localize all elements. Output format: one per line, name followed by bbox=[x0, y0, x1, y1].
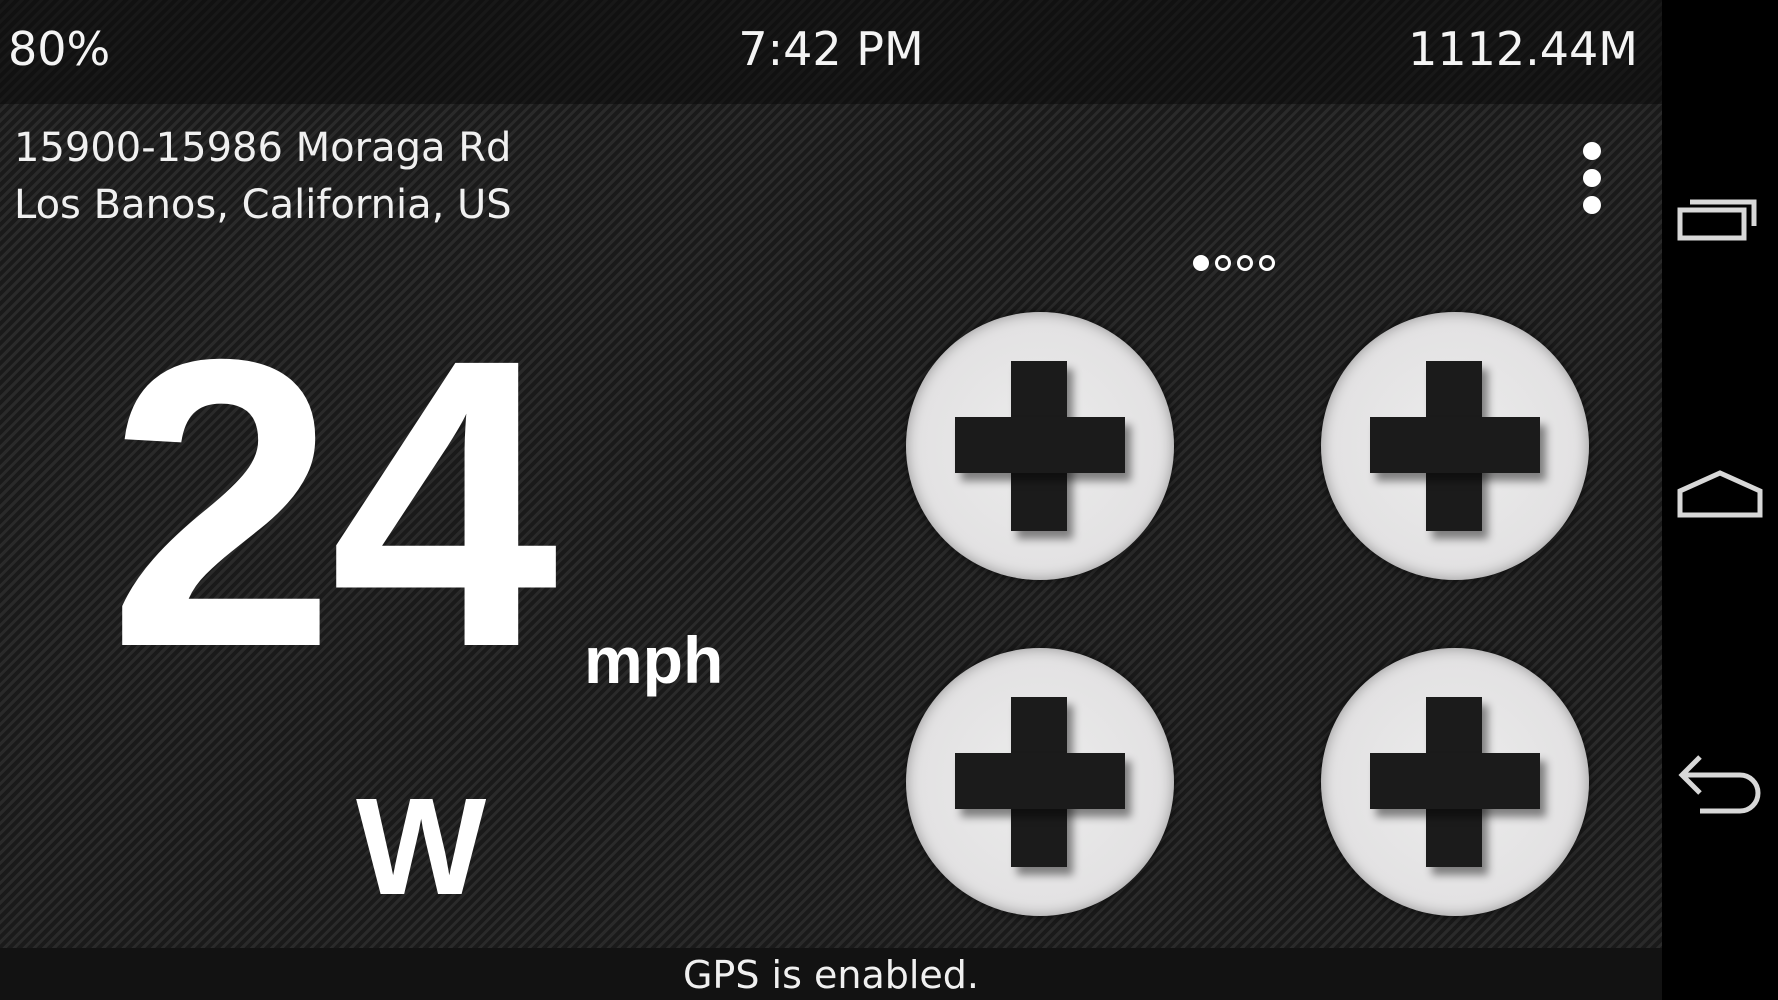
home-icon bbox=[1677, 470, 1763, 518]
overflow-menu-icon[interactable] bbox=[1570, 136, 1614, 216]
add-icon bbox=[955, 753, 1125, 809]
add-icon bbox=[1370, 417, 1540, 473]
page-dot[interactable] bbox=[1193, 255, 1209, 271]
city-address: Los Banos, California, US bbox=[14, 182, 512, 228]
add-icon bbox=[1370, 753, 1540, 809]
recents-button[interactable] bbox=[1676, 180, 1764, 260]
street-address: 15900-15986 Moraga Rd bbox=[14, 125, 512, 171]
menu-dot bbox=[1583, 196, 1601, 214]
toast: GPS is enabled. bbox=[0, 948, 1662, 1000]
compass-heading: W bbox=[356, 770, 487, 924]
page-dot[interactable] bbox=[1259, 255, 1275, 271]
address-block: 15900-15986 Moraga Rd Los Banos, Califor… bbox=[14, 120, 512, 234]
system-nav-bar bbox=[1662, 0, 1778, 1000]
page-dot[interactable] bbox=[1215, 255, 1231, 271]
speed-value: 24 bbox=[108, 274, 558, 732]
menu-dot bbox=[1583, 142, 1601, 160]
add-icon bbox=[955, 417, 1125, 473]
page-indicator[interactable] bbox=[1193, 255, 1275, 277]
menu-dot bbox=[1583, 169, 1601, 187]
home-button[interactable] bbox=[1676, 455, 1764, 535]
page-dot[interactable] bbox=[1237, 255, 1253, 271]
speedometer-app: 80% 7:42 PM 1112.44M 15900-15986 Moraga … bbox=[0, 0, 1662, 1000]
add-widget-button[interactable] bbox=[906, 648, 1174, 916]
status-bar: 80% 7:42 PM 1112.44M bbox=[0, 0, 1662, 104]
screen: 80% 7:42 PM 1112.44M 15900-15986 Moraga … bbox=[0, 0, 1778, 1000]
recents-icon bbox=[1677, 199, 1757, 241]
speed-unit: mph bbox=[584, 623, 724, 697]
gps-status-message: GPS is enabled. bbox=[682, 953, 979, 997]
back-button[interactable] bbox=[1676, 735, 1764, 815]
altitude-readout: 1112.44M bbox=[1408, 22, 1638, 76]
add-widget-button[interactable] bbox=[1321, 312, 1589, 580]
add-widget-button[interactable] bbox=[1321, 648, 1589, 916]
add-widget-button[interactable] bbox=[906, 312, 1174, 580]
back-icon bbox=[1678, 755, 1761, 814]
